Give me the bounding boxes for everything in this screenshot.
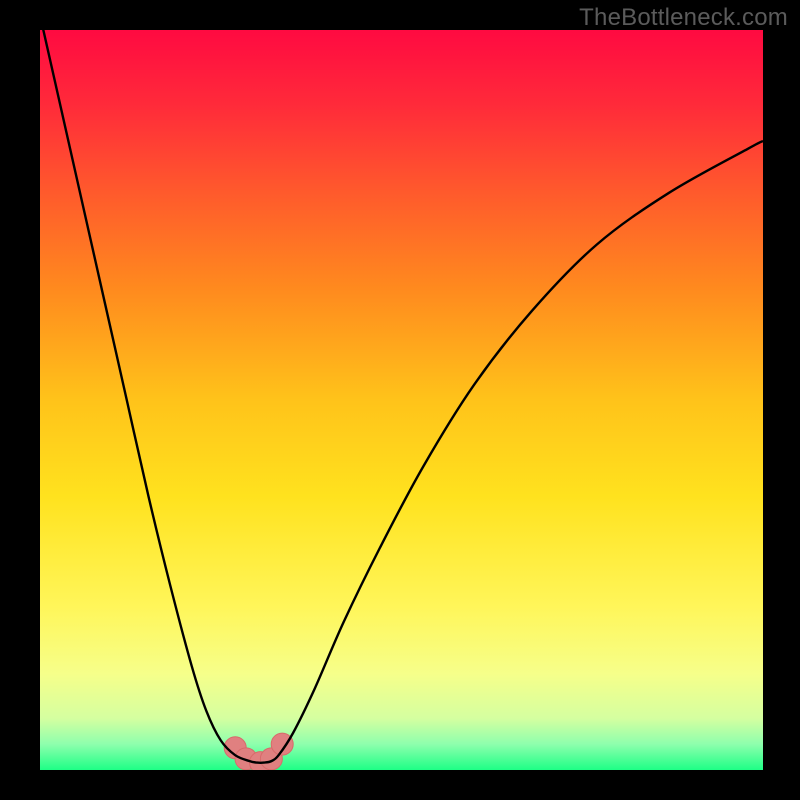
- watermark-text: TheBottleneck.com: [579, 4, 788, 32]
- chart-svg: [40, 30, 763, 770]
- chart-stage: TheBottleneck.com: [0, 0, 800, 800]
- gradient-background: [40, 30, 763, 770]
- plot-area: [40, 30, 763, 770]
